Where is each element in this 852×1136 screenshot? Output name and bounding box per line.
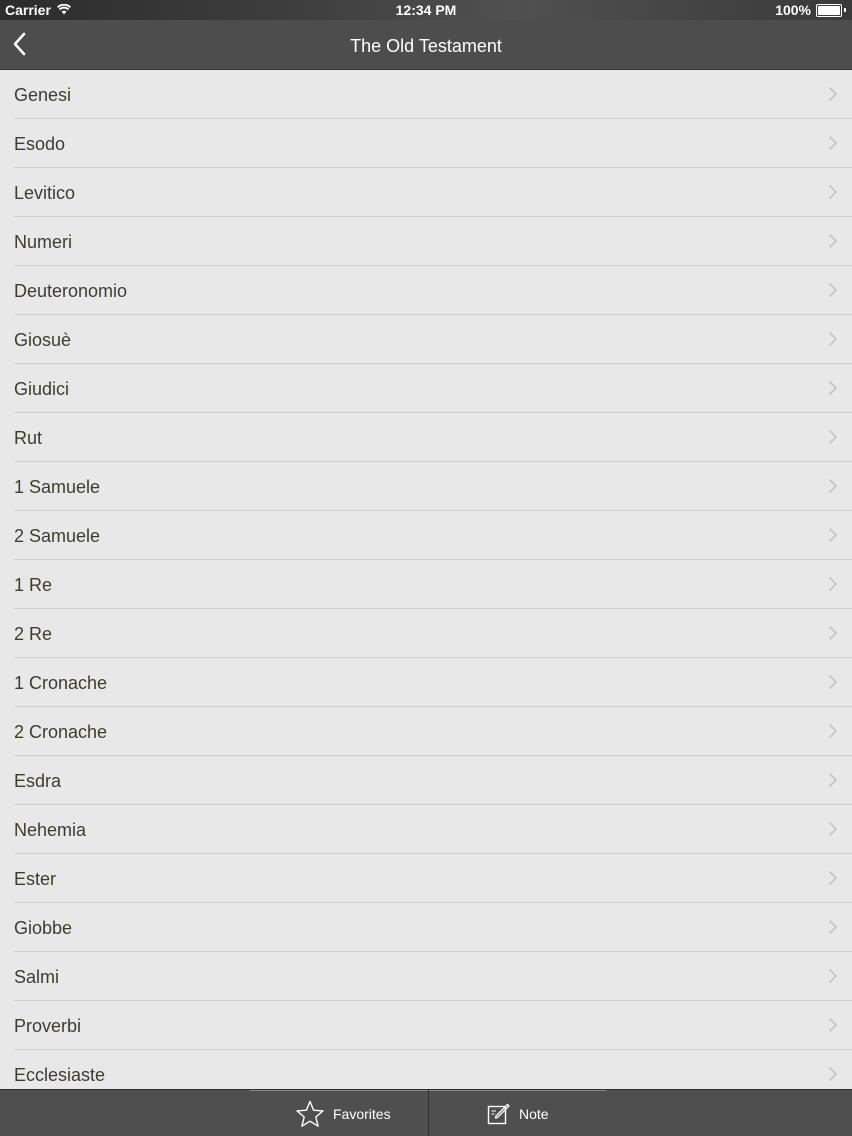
book-list: Genesi Esodo Levitico Numeri Deuteronomio Gio… [0,70,852,1089]
list-item[interactable]: 1 Cronache [14,658,852,707]
book-label: Genesi [14,85,72,105]
list-item[interactable]: Numeri [14,217,852,266]
status-time: 12:34 PM [395,2,457,18]
book-label: Esodo [14,134,66,154]
chevron-right-icon [829,87,837,101]
book-label: Nehemia [14,820,87,840]
list-item[interactable]: Esdra [14,756,852,805]
chevron-right-icon [829,430,837,444]
list-item[interactable]: Proverbi [14,1001,852,1050]
list-item[interactable]: Ecclesiaste [14,1050,852,1089]
list-item[interactable]: Deuteronomio [14,266,852,315]
list-item[interactable]: Nehemia [14,805,852,854]
chevron-right-icon [829,1067,837,1081]
book-label: Giobbe [14,918,73,938]
chevron-right-icon [829,528,837,542]
book-label: 1 Samuele [14,477,101,497]
book-label: 1 Re [14,575,53,595]
chevron-right-icon [829,283,837,297]
list-item[interactable]: 1 Re [14,560,852,609]
tab-bar: Favorites Note [0,1089,852,1136]
book-label: 2 Samuele [14,526,101,546]
tab-favorites[interactable]: Favorites [295,1090,391,1136]
list-item[interactable]: Giobbe [14,903,852,952]
chevron-right-icon [829,1018,837,1032]
chevron-right-icon [829,871,837,885]
book-label: Giudici [14,379,70,399]
chevron-right-icon [829,773,837,787]
battery-indicator: 100% [775,2,846,18]
book-label: Levitico [14,183,76,203]
battery-icon [816,3,842,17]
book-label: Numeri [14,232,73,252]
chevron-right-icon [829,724,837,738]
list-item[interactable]: Ester [14,854,852,903]
list-item[interactable]: 2 Cronache [14,707,852,756]
book-label: Ecclesiaste [14,1065,106,1085]
book-label: 1 Cronache [14,673,108,693]
chevron-right-icon [829,136,837,150]
list-item[interactable]: Esodo [14,119,852,168]
list-item[interactable]: Giudici [14,364,852,413]
book-label: Giosuè [14,330,72,350]
chevron-right-icon [829,675,837,689]
list-item[interactable]: 1 Samuele [14,462,852,511]
chevron-right-icon [829,969,837,983]
list-item[interactable]: Salmi [14,952,852,1001]
book-label: Salmi [14,967,60,987]
chevron-right-icon [829,577,837,591]
tab-note[interactable]: Note [487,1090,549,1136]
tab-favorites-label: Favorites [333,1105,391,1122]
book-label: Esdra [14,771,62,791]
edit-note-icon [487,1103,510,1124]
chevron-right-icon [829,381,837,395]
chevron-left-icon [13,32,26,56]
app-screen: Carrier 12:34 PM 100% The Old Testament … [0,0,852,1136]
battery-fill [818,5,840,15]
chevron-right-icon [829,626,837,640]
battery-tip [844,8,846,12]
status-bar: Carrier 12:34 PM 100% [0,0,852,20]
list-item[interactable]: Levitico [14,168,852,217]
chevron-right-icon [829,332,837,346]
book-label: 2 Cronache [14,722,108,742]
navigation-bar: The Old Testament [0,20,852,70]
tab-divider [428,1090,429,1136]
tab-note-label: Note [519,1105,549,1122]
book-label: Proverbi [14,1016,82,1036]
list-item[interactable]: Rut [14,413,852,462]
book-label: Ester [14,869,57,889]
back-button[interactable] [4,28,34,60]
chevron-right-icon [829,822,837,836]
book-label: Deuteronomio [14,281,128,301]
book-label: Rut [14,428,43,448]
page-title: The Old Testament [350,36,502,56]
list-item[interactable]: 2 Re [14,609,852,658]
list-item[interactable]: Giosuè [14,315,852,364]
chevron-right-icon [829,920,837,934]
book-label: 2 Re [14,624,53,644]
list-item[interactable]: Genesi [14,70,852,119]
star-icon [296,1100,324,1127]
chevron-right-icon [829,479,837,493]
chevron-right-icon [829,234,837,248]
list-item[interactable]: 2 Samuele [14,511,852,560]
chevron-right-icon [829,185,837,199]
battery-percent: 100% [775,2,811,18]
